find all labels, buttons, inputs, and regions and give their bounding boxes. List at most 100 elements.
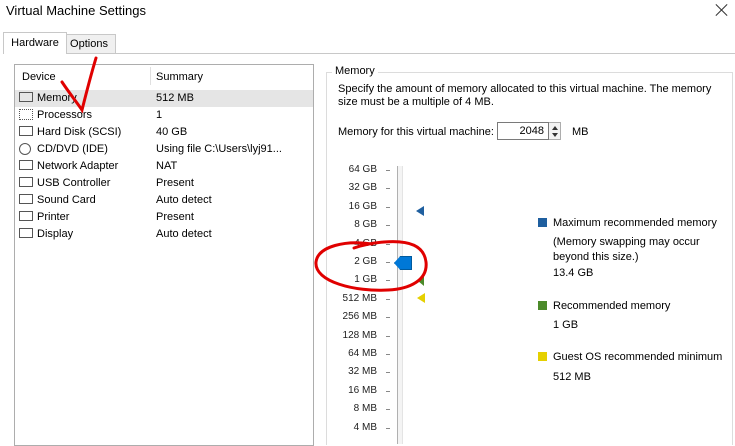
legend-max-value: 13.4 GB	[553, 267, 594, 279]
tab-divider	[3, 53, 735, 54]
device-name: Network Adapter	[37, 160, 119, 172]
memory-input[interactable]: 2048	[497, 122, 549, 140]
device-row-display[interactable]: Display Auto detect	[15, 226, 313, 243]
spin-down-icon[interactable]	[552, 133, 558, 137]
memory-icon	[19, 92, 33, 102]
device-row-network[interactable]: Network Adapter NAT	[15, 158, 313, 175]
device-name: Printer	[37, 211, 70, 223]
printer-icon	[19, 211, 33, 221]
device-name: Processors	[37, 109, 93, 121]
memory-input-label: Memory for this virtual machine:	[338, 126, 494, 138]
scale-tick	[386, 317, 390, 318]
max-recommended-marker-icon	[416, 206, 424, 216]
title-bar: Virtual Machine Settings	[0, 0, 735, 24]
legend-rec-title: Recommended memory	[553, 300, 671, 312]
scale-tick	[386, 336, 390, 337]
legend-guest-value: 512 MB	[553, 371, 591, 383]
usb-icon	[19, 177, 33, 187]
scale-tick	[386, 299, 390, 300]
device-name: CD/DVD (IDE)	[37, 143, 108, 155]
scale-label: 256 MB	[342, 311, 377, 322]
guest-minimum-marker-icon	[417, 293, 425, 303]
scale-label: 64 GB	[348, 164, 377, 175]
scale-label: 8 MB	[353, 403, 377, 414]
device-summary: Present	[156, 177, 194, 189]
scale-label: 2 GB	[354, 256, 377, 267]
sound-icon	[19, 194, 33, 204]
column-header-device[interactable]: Device	[22, 71, 56, 83]
device-row-processors[interactable]: Processors 1	[15, 107, 313, 124]
memory-spinner[interactable]	[549, 122, 561, 140]
scale-tick	[386, 262, 390, 263]
column-separator	[150, 67, 151, 85]
legend-rec-value: 1 GB	[553, 319, 579, 331]
display-icon	[19, 228, 33, 238]
device-name: Memory	[37, 92, 77, 104]
device-summary: 512 MB	[156, 92, 194, 104]
device-summary: Auto detect	[156, 228, 212, 240]
close-icon[interactable]	[715, 3, 729, 17]
scale-tick	[386, 207, 390, 208]
cd-icon	[19, 143, 31, 155]
scale-tick	[386, 225, 390, 226]
legend-max-title: Maximum recommended memory	[553, 217, 717, 229]
device-summary: Auto detect	[156, 194, 212, 206]
green-square-icon	[538, 301, 547, 310]
cpu-icon	[19, 109, 33, 120]
tab-hardware[interactable]: Hardware	[3, 32, 67, 54]
memory-group-title: Memory	[332, 65, 378, 77]
memory-slider-track[interactable]	[397, 166, 403, 444]
device-row-usb[interactable]: USB Controller Present	[15, 175, 313, 192]
spin-up-icon[interactable]	[552, 126, 558, 130]
scale-tick	[386, 354, 390, 355]
device-list: Device Summary Memory 512 MB Processors …	[14, 64, 314, 446]
tab-bar: Hardware Options	[3, 32, 735, 54]
scale-label: 128 MB	[342, 330, 377, 341]
device-name: Hard Disk (SCSI)	[37, 126, 122, 138]
recommended-marker-icon	[418, 276, 424, 286]
yellow-square-icon	[538, 352, 547, 361]
scale-tick	[386, 170, 390, 171]
legend-guest-title: Guest OS recommended minimum	[553, 351, 723, 363]
window-title: Virtual Machine Settings	[6, 3, 146, 18]
device-row-harddisk[interactable]: Hard Disk (SCSI) 40 GB	[15, 124, 313, 141]
scale-label: 1 GB	[354, 274, 377, 285]
device-summary: Using file C:\Users\lyj91...	[156, 143, 282, 155]
scale-tick	[386, 391, 390, 392]
device-row-printer[interactable]: Printer Present	[15, 209, 313, 226]
scale-label: 16 MB	[348, 385, 377, 396]
device-rows: Memory 512 MB Processors 1 Hard Disk (SC…	[15, 90, 313, 243]
scale-tick	[386, 244, 390, 245]
scale-tick	[386, 372, 390, 373]
device-row-memory[interactable]: Memory 512 MB	[15, 90, 313, 107]
device-name: USB Controller	[37, 177, 111, 189]
device-name: Display	[37, 228, 74, 240]
scale-tick	[386, 428, 390, 429]
device-summary: 1	[156, 109, 163, 121]
scale-label: 4 MB	[353, 422, 377, 433]
scale-label: 16 GB	[348, 201, 377, 212]
device-row-cddvd[interactable]: CD/DVD (IDE) Using file C:\Users\lyj91..…	[15, 141, 313, 158]
tab-options[interactable]: Options	[62, 34, 116, 53]
device-summary: 40 GB	[156, 126, 188, 138]
device-name: Sound Card	[37, 194, 96, 206]
legend-max-note: (Memory swapping may occur beyond this s…	[553, 236, 700, 263]
scale-label: 4 GB	[354, 238, 377, 249]
device-summary: NAT	[156, 160, 178, 172]
scale-tick	[386, 280, 390, 281]
scale-label: 512 MB	[342, 293, 377, 304]
network-icon	[19, 160, 33, 170]
scale-label: 64 MB	[348, 348, 377, 359]
device-summary: Present	[156, 211, 194, 223]
blue-square-icon	[538, 218, 547, 227]
column-header-summary[interactable]: Summary	[156, 71, 203, 83]
scale-label: 8 GB	[354, 219, 377, 230]
harddisk-icon	[19, 126, 33, 136]
device-row-sound[interactable]: Sound Card Auto detect	[15, 192, 313, 209]
memory-description: Specify the amount of memory allocated t…	[338, 83, 712, 108]
device-list-header: Device Summary	[15, 65, 313, 87]
scale-tick	[386, 188, 390, 189]
scale-label: 32 MB	[348, 366, 377, 377]
memory-scale: 64 GB 32 GB 16 GB 8 GB 4 GB 2 GB 1 GB 51…	[330, 164, 430, 444]
memory-unit: MB	[572, 126, 589, 138]
